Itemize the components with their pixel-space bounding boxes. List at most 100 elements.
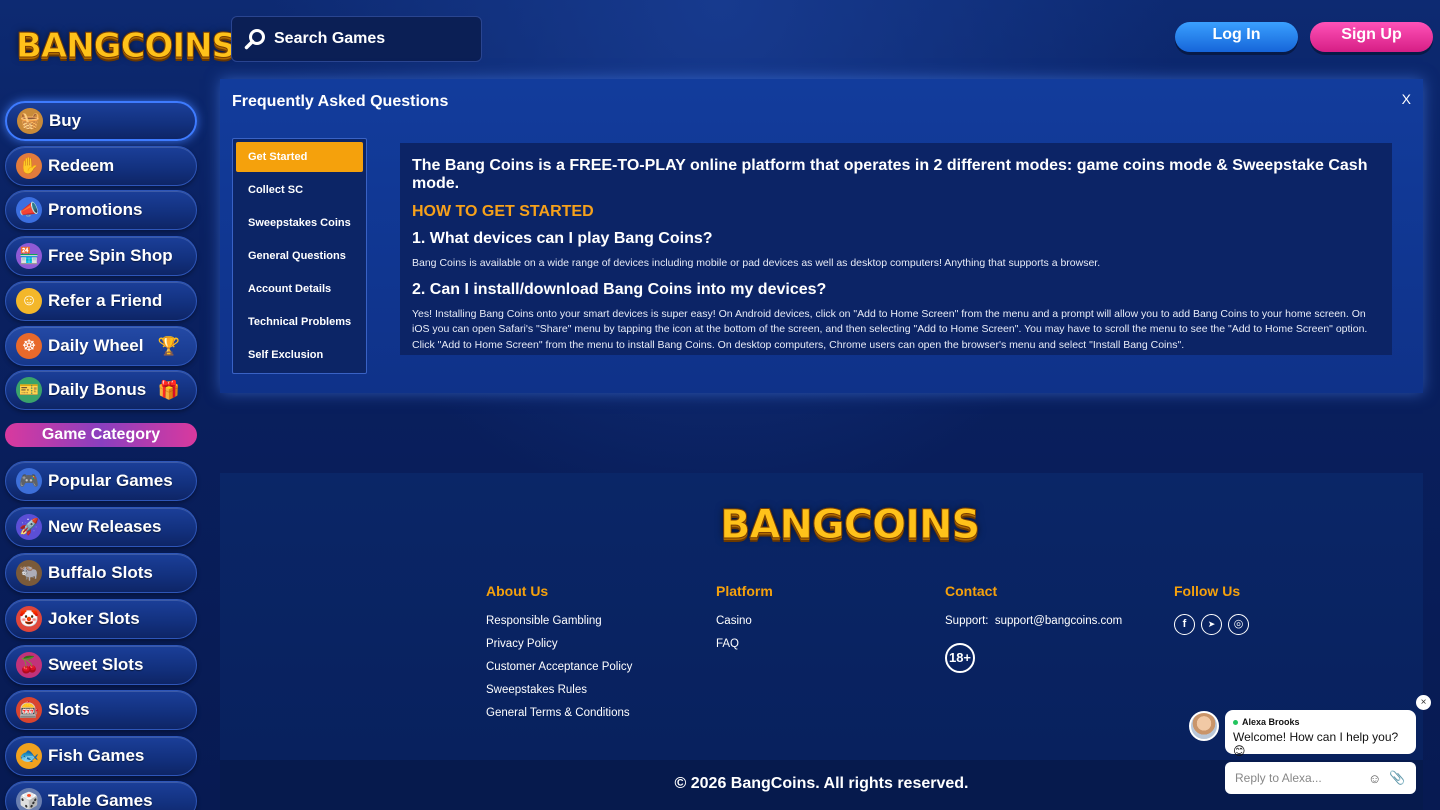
sidebar-item-buy[interactable]: 🧺 Buy <box>5 101 197 141</box>
search-icon <box>244 28 266 50</box>
faq-tab-menu: Get Started Collect SC Sweepstakes Coins… <box>232 138 367 374</box>
sidebar-item-daily-bonus[interactable]: 🎫 Daily Bonus 🎁 <box>5 370 197 410</box>
sidebar-item-promotions[interactable]: 📣 Promotions <box>5 190 197 230</box>
faq-subheading: HOW TO GET STARTED <box>412 203 594 220</box>
age-18-badge: 18+ <box>945 643 975 673</box>
faq-tab-technical-problems[interactable]: Technical Problems <box>236 307 363 337</box>
sidebar-item-label: Fish Games <box>48 746 145 765</box>
slot-machine-icon: 🎰 <box>16 697 42 723</box>
sidebar-item-label: Free Spin Shop <box>48 246 173 265</box>
sidebar: BANGCOINS 🧺 Buy ✋ Redeem 📣 Promotions 🏪 … <box>0 0 237 810</box>
sidebar-item-table-games[interactable]: 🎲 Table Games <box>5 781 197 810</box>
attachment-icon[interactable]: 📎 <box>1389 770 1405 786</box>
footer-contact-title: Contact <box>945 583 998 599</box>
chat-reply-input[interactable] <box>1235 771 1360 785</box>
footer-link-casino[interactable]: Casino <box>716 615 752 627</box>
sidebar-item-joker-slots[interactable]: 🤡 Joker Slots <box>5 599 197 639</box>
faq-headline: The Bang Coins is a FREE-TO-PLAY online … <box>412 157 1368 192</box>
fish-icon: 🐟 <box>16 743 42 769</box>
wheel-prize-icon: 🏆 <box>157 335 181 356</box>
footer-link-customer-acceptance[interactable]: Customer Acceptance Policy <box>486 661 632 673</box>
shop-icon: 🏪 <box>16 243 42 269</box>
ticket-icon: 🎫 <box>16 377 42 403</box>
online-status-dot <box>1233 720 1238 726</box>
sidebar-item-label: Popular Games <box>48 471 173 490</box>
footer-link-privacy-policy[interactable]: Privacy Policy <box>486 638 558 650</box>
search-bar[interactable] <box>231 16 482 62</box>
footer-follow-title: Follow Us <box>1174 583 1241 599</box>
footer-brand-logo[interactable]: BANGCOINS <box>719 502 980 549</box>
faq-answer: Yes! Installing Bang Coins onto your sma… <box>412 307 1368 351</box>
instagram-icon[interactable]: ◎ <box>1228 614 1249 635</box>
sidebar-item-label: Daily Bonus <box>48 380 147 399</box>
support-text: Support: <box>945 615 989 627</box>
footer-link-terms[interactable]: General Terms & Conditions <box>486 707 630 719</box>
faq-tab-get-started[interactable]: Get Started <box>236 142 363 172</box>
sidebar-item-sweet-slots[interactable]: 🍒 Sweet Slots <box>5 645 197 685</box>
footer-about-title: About Us <box>486 583 549 599</box>
sidebar-item-buffalo-slots[interactable]: 🐃 Buffalo Slots <box>5 553 197 593</box>
megaphone-icon: 📣 <box>16 197 42 223</box>
sidebar-item-label: Buffalo Slots <box>48 563 153 582</box>
buffalo-icon: 🐃 <box>16 560 42 586</box>
footer-platform-title: Platform <box>716 583 773 599</box>
sidebar-item-fish-games[interactable]: 🐟 Fish Games <box>5 736 197 776</box>
hand-coin-icon: ✋ <box>16 153 42 179</box>
faq-answer: Bang Coins is available on a wide range … <box>412 257 1101 269</box>
chat-message-text: Welcome! How can I help you? 😊 <box>1233 730 1399 758</box>
support-label: Support: support@bangcoins.com <box>945 615 1122 627</box>
faq-tab-general-questions[interactable]: General Questions <box>236 241 363 271</box>
sidebar-item-popular-games[interactable]: 🎮 Popular Games <box>5 461 197 501</box>
basket-icon: 🧺 <box>17 108 43 134</box>
brand-logo[interactable]: BANGCOINS <box>15 26 236 67</box>
search-input[interactable] <box>274 30 464 48</box>
gamepad-icon: 🎮 <box>16 468 42 494</box>
sidebar-item-label: Daily Wheel <box>48 336 144 355</box>
faq-tab-collect-sc[interactable]: Collect SC <box>236 175 363 205</box>
sidebar-item-redeem[interactable]: ✋ Redeem <box>5 146 197 186</box>
sidebar-item-label: New Releases <box>48 517 162 536</box>
faq-panel: Frequently Asked Questions X Get Started… <box>220 79 1423 393</box>
telegram-icon[interactable]: ➤ <box>1201 614 1222 635</box>
faq-close-button[interactable]: X <box>1402 91 1411 107</box>
sidebar-item-new-releases[interactable]: 🚀 New Releases <box>5 507 197 547</box>
login-button[interactable]: Log In <box>1175 22 1298 52</box>
faq-tab-account-details[interactable]: Account Details <box>236 274 363 304</box>
sidebar-item-label: Slots <box>48 700 90 719</box>
dice-icon: 🎲 <box>16 788 42 810</box>
sidebar-item-label: Refer a Friend <box>48 291 163 310</box>
footer-link-responsible-gambling[interactable]: Responsible Gambling <box>486 615 602 627</box>
chat-agent-name-text: Alexa Brooks <box>1242 717 1300 727</box>
coin-person-icon: ☺ <box>16 288 42 314</box>
cherry-icon: 🍒 <box>16 652 42 678</box>
faq-question: 2. Can I install/download Bang Coins int… <box>412 280 827 298</box>
chat-reply-box[interactable]: ☺ 📎 <box>1225 762 1416 794</box>
facebook-icon[interactable]: f <box>1174 614 1195 635</box>
sidebar-item-label: Promotions <box>48 200 143 219</box>
sidebar-item-daily-wheel[interactable]: ☸ Daily Wheel 🏆 <box>5 326 197 366</box>
support-email-link[interactable]: support@bangcoins.com <box>995 615 1122 627</box>
faq-tab-sweepstakes-coins[interactable]: Sweepstakes Coins <box>236 208 363 238</box>
faq-question: 1. What devices can I play Bang Coins? <box>412 230 713 247</box>
sidebar-item-label: Joker Slots <box>48 609 140 628</box>
chat-close-button[interactable]: × <box>1416 695 1431 710</box>
sidebar-item-refer-a-friend[interactable]: ☺ Refer a Friend <box>5 281 197 321</box>
chat-message-bubble[interactable]: Alexa Brooks Welcome! How can I help you… <box>1225 710 1416 758</box>
sidebar-item-slots[interactable]: 🎰 Slots <box>5 690 197 730</box>
game-category-header: Game Category <box>5 423 197 447</box>
wheel-icon: ☸ <box>16 333 42 359</box>
footer-link-sweepstakes-rules[interactable]: Sweepstakes Rules <box>486 684 587 696</box>
faq-tab-self-exclusion[interactable]: Self Exclusion <box>236 340 363 370</box>
rocket-icon: 🚀 <box>16 514 42 540</box>
emoji-icon[interactable]: ☺ <box>1368 771 1381 786</box>
signup-button[interactable]: Sign Up <box>1310 22 1433 52</box>
gift-box-icon: 🎁 <box>157 379 181 400</box>
joker-icon: 🤡 <box>16 606 42 632</box>
faq-title: Frequently Asked Questions <box>232 93 449 110</box>
footer-link-faq[interactable]: FAQ <box>716 638 739 650</box>
sidebar-item-label: Table Games <box>48 791 153 810</box>
sidebar-item-free-spin-shop[interactable]: 🏪 Free Spin Shop <box>5 236 197 276</box>
chat-agent-avatar[interactable] <box>1189 711 1219 741</box>
sidebar-item-label: Sweet Slots <box>48 655 144 674</box>
sidebar-item-label: Redeem <box>48 156 115 175</box>
